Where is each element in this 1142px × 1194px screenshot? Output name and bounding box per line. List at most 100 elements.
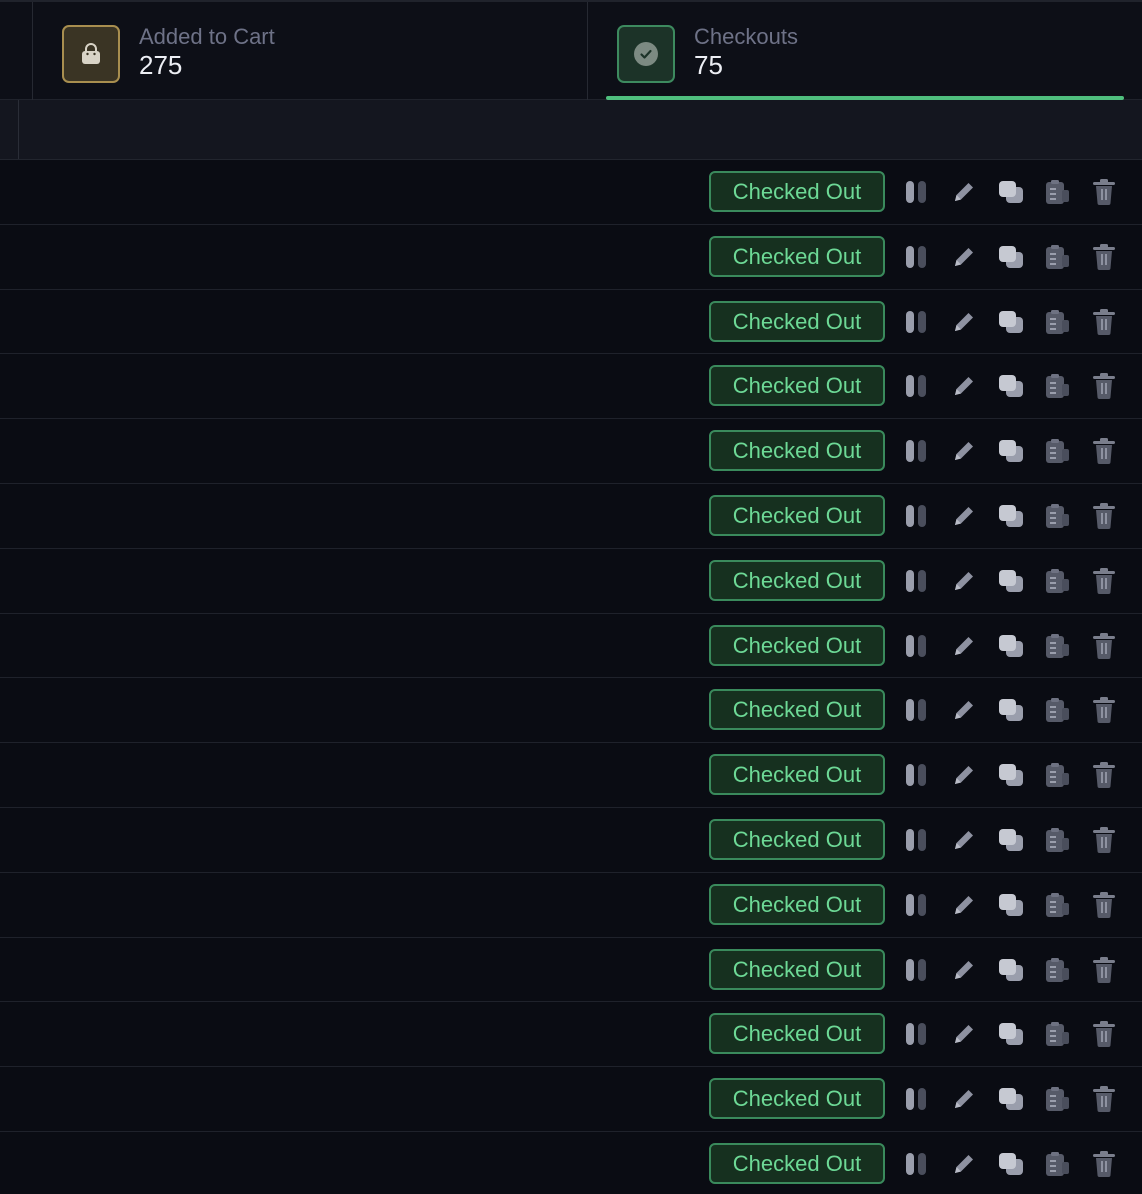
duplicate-button[interactable] xyxy=(997,891,1025,919)
delete-button[interactable] xyxy=(1090,891,1118,919)
logs-button[interactable] xyxy=(1043,178,1071,206)
stat-tab-added-to-cart[interactable]: Added to Cart 275 xyxy=(33,2,587,100)
logs-button[interactable] xyxy=(1043,956,1071,984)
pencil-icon xyxy=(955,183,973,201)
delete-button[interactable] xyxy=(1090,632,1118,660)
delete-button[interactable] xyxy=(1090,308,1118,336)
pause-button[interactable] xyxy=(903,696,931,724)
pause-button[interactable] xyxy=(903,1020,931,1048)
edit-button[interactable] xyxy=(950,502,978,530)
pencil-icon xyxy=(955,895,973,914)
edit-button[interactable] xyxy=(950,178,978,206)
duplicate-button[interactable] xyxy=(997,826,1025,854)
logs-button[interactable] xyxy=(1043,372,1071,400)
duplicate-button[interactable] xyxy=(997,761,1025,789)
duplicate-button[interactable] xyxy=(997,502,1025,530)
clipboard-icon xyxy=(1046,892,1069,917)
copy-icon xyxy=(999,828,1023,851)
pause-button[interactable] xyxy=(903,567,931,595)
trash-icon xyxy=(1093,567,1115,594)
edit-button[interactable] xyxy=(950,243,978,271)
delete-button[interactable] xyxy=(1090,956,1118,984)
delete-button[interactable] xyxy=(1090,178,1118,206)
trash-icon xyxy=(1093,632,1115,659)
edit-button[interactable] xyxy=(950,567,978,595)
logs-button[interactable] xyxy=(1043,308,1071,336)
delete-button[interactable] xyxy=(1090,243,1118,271)
trash-icon xyxy=(1093,243,1115,270)
edit-button[interactable] xyxy=(950,761,978,789)
delete-button[interactable] xyxy=(1090,761,1118,789)
duplicate-button[interactable] xyxy=(997,632,1025,660)
logs-button[interactable] xyxy=(1043,567,1071,595)
duplicate-button[interactable] xyxy=(997,696,1025,724)
delete-button[interactable] xyxy=(1090,372,1118,400)
delete-button[interactable] xyxy=(1090,1085,1118,1113)
edit-button[interactable] xyxy=(950,956,978,984)
edit-button[interactable] xyxy=(950,826,978,854)
delete-button[interactable] xyxy=(1090,567,1118,595)
logs-button[interactable] xyxy=(1043,632,1071,660)
pause-button[interactable] xyxy=(903,372,931,400)
duplicate-button[interactable] xyxy=(997,1150,1025,1178)
pause-button[interactable] xyxy=(903,1085,931,1113)
logs-button[interactable] xyxy=(1043,437,1071,465)
duplicate-button[interactable] xyxy=(997,956,1025,984)
table-row: Checked Out xyxy=(0,807,1142,873)
delete-button[interactable] xyxy=(1090,696,1118,724)
pause-button[interactable] xyxy=(903,308,931,336)
logs-button[interactable] xyxy=(1043,502,1071,530)
pause-button[interactable] xyxy=(903,502,931,530)
edit-button[interactable] xyxy=(950,437,978,465)
pencil-icon xyxy=(955,1154,973,1173)
duplicate-button[interactable] xyxy=(997,372,1025,400)
pause-button[interactable] xyxy=(903,956,931,984)
delete-button[interactable] xyxy=(1090,1150,1118,1178)
logs-button[interactable] xyxy=(1043,696,1071,724)
delete-button[interactable] xyxy=(1090,502,1118,530)
duplicate-button[interactable] xyxy=(997,308,1025,336)
logs-button[interactable] xyxy=(1043,1020,1071,1048)
pause-button[interactable] xyxy=(903,1150,931,1178)
stat-tab-checkouts[interactable]: Checkouts 75 xyxy=(588,2,1142,100)
pause-button[interactable] xyxy=(903,826,931,854)
status-badge: Checked Out xyxy=(709,624,885,666)
trash-icon xyxy=(1093,438,1115,465)
edit-button[interactable] xyxy=(950,1085,978,1113)
pause-button[interactable] xyxy=(903,891,931,919)
edit-button[interactable] xyxy=(950,1020,978,1048)
logs-button[interactable] xyxy=(1043,1150,1071,1178)
logs-button[interactable] xyxy=(1043,761,1071,789)
duplicate-button[interactable] xyxy=(997,178,1025,206)
delete-button[interactable] xyxy=(1090,1020,1118,1048)
edit-button[interactable] xyxy=(950,632,978,660)
logs-button[interactable] xyxy=(1043,1085,1071,1113)
pause-button[interactable] xyxy=(903,761,931,789)
logs-button[interactable] xyxy=(1043,891,1071,919)
checkout-icon-box xyxy=(617,25,675,83)
pause-button[interactable] xyxy=(903,437,931,465)
duplicate-button[interactable] xyxy=(997,1020,1025,1048)
duplicate-button[interactable] xyxy=(997,243,1025,271)
edit-button[interactable] xyxy=(950,696,978,724)
pause-icon xyxy=(906,375,926,398)
column-divider[interactable] xyxy=(18,100,19,159)
clipboard-icon xyxy=(1046,244,1069,269)
duplicate-button[interactable] xyxy=(997,1085,1025,1113)
copy-icon xyxy=(999,1152,1023,1175)
duplicate-button[interactable] xyxy=(997,437,1025,465)
pause-button[interactable] xyxy=(903,632,931,660)
pause-icon xyxy=(906,181,926,203)
delete-button[interactable] xyxy=(1090,437,1118,465)
delete-button[interactable] xyxy=(1090,826,1118,854)
pause-button[interactable] xyxy=(903,243,931,271)
table-row: Checked Out xyxy=(0,419,1142,484)
pause-button[interactable] xyxy=(903,178,931,206)
edit-button[interactable] xyxy=(950,1150,978,1178)
edit-button[interactable] xyxy=(950,372,978,400)
logs-button[interactable] xyxy=(1043,826,1071,854)
duplicate-button[interactable] xyxy=(997,567,1025,595)
edit-button[interactable] xyxy=(950,308,978,336)
edit-button[interactable] xyxy=(950,891,978,919)
logs-button[interactable] xyxy=(1043,243,1071,271)
